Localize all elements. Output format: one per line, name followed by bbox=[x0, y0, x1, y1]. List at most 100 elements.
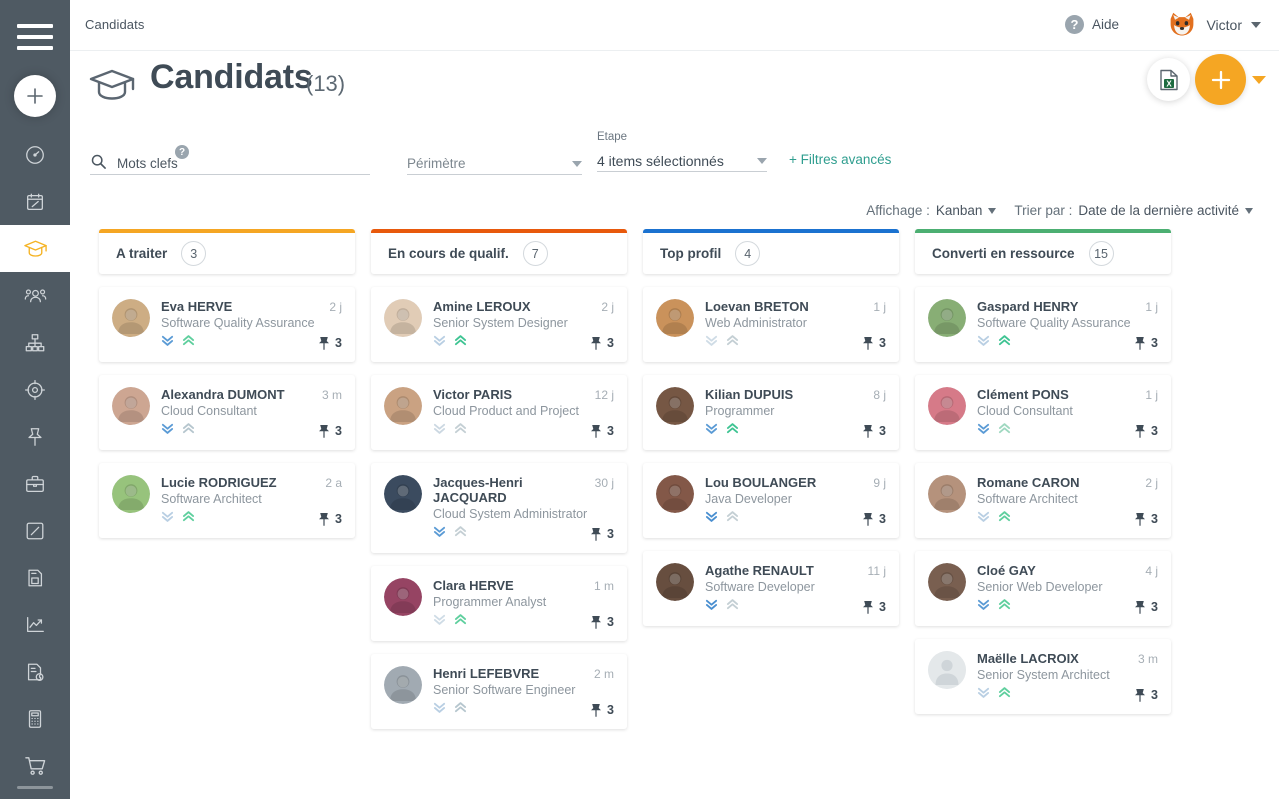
column-header[interactable]: En cours de qualif.7 bbox=[371, 229, 627, 274]
pin-count[interactable]: 3 bbox=[590, 424, 614, 438]
column-header[interactable]: A traiter3 bbox=[99, 229, 355, 274]
pin-count[interactable]: 3 bbox=[862, 424, 886, 438]
candidate-card[interactable]: Kilian DUPUIS8 jProgrammer3 bbox=[643, 375, 899, 450]
seniority-up-icon[interactable] bbox=[182, 422, 195, 440]
display-mode-selector[interactable]: Affichage : Kanban bbox=[866, 203, 996, 218]
seniority-up-icon[interactable] bbox=[726, 598, 739, 616]
availability-down-icon[interactable] bbox=[977, 422, 990, 440]
candidate-card[interactable]: Cloé GAY4 jSenior Web Developer3 bbox=[915, 551, 1171, 626]
availability-down-icon[interactable] bbox=[705, 510, 718, 528]
sidebar-item-notes[interactable] bbox=[0, 507, 70, 554]
availability-down-icon[interactable] bbox=[433, 422, 446, 440]
pin-count[interactable]: 3 bbox=[318, 336, 342, 350]
candidate-card[interactable]: Maëlle LACROIX3 mSenior System Architect… bbox=[915, 639, 1171, 714]
candidate-card[interactable]: Eva HERVE2 jSoftware Quality Assurance3 bbox=[99, 287, 355, 362]
availability-down-icon[interactable] bbox=[433, 525, 446, 543]
seniority-up-icon[interactable] bbox=[454, 613, 467, 631]
seniority-up-icon[interactable] bbox=[454, 334, 467, 352]
sort-selector[interactable]: Trier par : Date de la dernière activité bbox=[1014, 203, 1253, 218]
scope-select[interactable]: Périmètre bbox=[407, 148, 582, 175]
candidate-card[interactable]: Gaspard HENRY1 jSoftware Quality Assuran… bbox=[915, 287, 1171, 362]
pin-count[interactable]: 3 bbox=[318, 424, 342, 438]
sidebar-item-contacts[interactable] bbox=[0, 272, 70, 319]
hamburger-menu-icon[interactable] bbox=[17, 24, 53, 50]
pin-count[interactable]: 3 bbox=[590, 703, 614, 717]
candidate-card[interactable]: Clara HERVE1 mProgrammer Analyst3 bbox=[371, 566, 627, 641]
candidate-card[interactable]: Henri LEFEBVRE2 mSenior Software Enginee… bbox=[371, 654, 627, 729]
sidebar-item-purchases[interactable] bbox=[0, 742, 70, 789]
stage-select[interactable]: Etape 4 items sélectionnés bbox=[597, 131, 767, 172]
sidebar-item-timesheet[interactable] bbox=[0, 648, 70, 695]
availability-down-icon[interactable] bbox=[433, 701, 446, 719]
export-excel-button[interactable]: X bbox=[1147, 58, 1190, 101]
seniority-up-icon[interactable] bbox=[182, 510, 195, 528]
candidate-card[interactable]: Alexandra DUMONT3 mCloud Consultant3 bbox=[99, 375, 355, 450]
availability-down-icon[interactable] bbox=[977, 510, 990, 528]
keywords-help-icon[interactable]: ? bbox=[175, 145, 189, 159]
sidebar-item-target[interactable] bbox=[0, 366, 70, 413]
quick-add-button[interactable] bbox=[14, 75, 56, 117]
sidebar-item-dashboard[interactable] bbox=[0, 131, 70, 178]
availability-down-icon[interactable] bbox=[161, 510, 174, 528]
pin-count[interactable]: 3 bbox=[862, 336, 886, 350]
add-menu-caret-icon[interactable] bbox=[1252, 76, 1266, 84]
sidebar-item-pinned[interactable] bbox=[0, 413, 70, 460]
availability-down-icon[interactable] bbox=[161, 422, 174, 440]
availability-down-icon[interactable] bbox=[705, 598, 718, 616]
pin-count[interactable]: 3 bbox=[1134, 600, 1158, 614]
seniority-up-icon[interactable] bbox=[726, 510, 739, 528]
seniority-up-icon[interactable] bbox=[998, 334, 1011, 352]
sidebar-scroll-indicator[interactable] bbox=[17, 786, 53, 789]
availability-down-icon[interactable] bbox=[977, 598, 990, 616]
seniority-up-icon[interactable] bbox=[454, 701, 467, 719]
pin-count[interactable]: 3 bbox=[1134, 688, 1158, 702]
pin-count[interactable]: 3 bbox=[1134, 512, 1158, 526]
availability-down-icon[interactable] bbox=[705, 422, 718, 440]
keywords-field[interactable]: Mots clefs bbox=[90, 148, 370, 175]
candidate-card[interactable]: Victor PARIS12 jCloud Product and Projec… bbox=[371, 375, 627, 450]
pin-count[interactable]: 3 bbox=[1134, 424, 1158, 438]
candidate-card[interactable]: Agathe RENAULT11 jSoftware Developer3 bbox=[643, 551, 899, 626]
candidate-card[interactable]: Romane CARON2 jSoftware Architect3 bbox=[915, 463, 1171, 538]
availability-down-icon[interactable] bbox=[433, 613, 446, 631]
pin-count[interactable]: 3 bbox=[318, 512, 342, 526]
help-link[interactable]: ? Aide bbox=[1065, 15, 1119, 34]
candidate-card[interactable]: Loevan BRETON1 jWeb Administrator3 bbox=[643, 287, 899, 362]
availability-down-icon[interactable] bbox=[161, 334, 174, 352]
sidebar-item-calendar[interactable] bbox=[0, 178, 70, 225]
candidate-card[interactable]: Lucie RODRIGUEZ2 aSoftware Architect3 bbox=[99, 463, 355, 538]
add-candidate-button[interactable] bbox=[1195, 54, 1246, 105]
pin-count[interactable]: 3 bbox=[1134, 336, 1158, 350]
availability-down-icon[interactable] bbox=[705, 334, 718, 352]
pin-count[interactable]: 3 bbox=[862, 600, 886, 614]
candidate-card[interactable]: Lou BOULANGER9 jJava Developer3 bbox=[643, 463, 899, 538]
availability-down-icon[interactable] bbox=[977, 334, 990, 352]
sidebar-item-billing[interactable] bbox=[0, 695, 70, 742]
seniority-up-icon[interactable] bbox=[998, 686, 1011, 704]
candidate-card[interactable]: Clément PONS1 jCloud Consultant3 bbox=[915, 375, 1171, 450]
seniority-up-icon[interactable] bbox=[726, 334, 739, 352]
availability-down-icon[interactable] bbox=[433, 334, 446, 352]
candidate-card[interactable]: Jacques-Henri JACQUARD30 jCloud System A… bbox=[371, 463, 627, 553]
sidebar-item-candidates[interactable] bbox=[0, 225, 70, 272]
sidebar-item-documents[interactable] bbox=[0, 554, 70, 601]
seniority-up-icon[interactable] bbox=[454, 525, 467, 543]
seniority-up-icon[interactable] bbox=[998, 510, 1011, 528]
pin-count[interactable]: 3 bbox=[590, 615, 614, 629]
pin-count[interactable]: 3 bbox=[862, 512, 886, 526]
sidebar-item-org-chart[interactable] bbox=[0, 319, 70, 366]
user-menu[interactable]: Victor bbox=[1167, 11, 1261, 39]
seniority-up-icon[interactable] bbox=[182, 334, 195, 352]
column-header[interactable]: Converti en ressource15 bbox=[915, 229, 1171, 274]
column-header[interactable]: Top profil4 bbox=[643, 229, 899, 274]
sidebar-item-jobs[interactable] bbox=[0, 460, 70, 507]
seniority-up-icon[interactable] bbox=[454, 422, 467, 440]
availability-down-icon[interactable] bbox=[977, 686, 990, 704]
seniority-up-icon[interactable] bbox=[726, 422, 739, 440]
candidate-card[interactable]: Amine LEROUX2 jSenior System Designer3 bbox=[371, 287, 627, 362]
seniority-up-icon[interactable] bbox=[998, 598, 1011, 616]
sidebar-item-reports[interactable] bbox=[0, 601, 70, 648]
breadcrumb[interactable]: Candidats bbox=[85, 17, 144, 32]
advanced-filters-link[interactable]: + Filtres avancés bbox=[789, 152, 891, 167]
pin-count[interactable]: 3 bbox=[590, 527, 614, 541]
